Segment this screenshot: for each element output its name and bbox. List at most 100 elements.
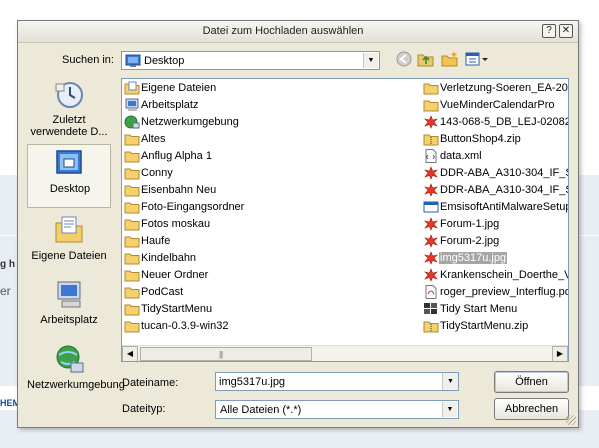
scroll-left-icon[interactable]: ◀ <box>122 346 138 361</box>
up-folder-icon[interactable] <box>416 51 436 71</box>
place-label: Eigene Dateien <box>31 250 107 262</box>
folder-icon <box>124 285 140 299</box>
folder-icon <box>423 98 439 112</box>
exe-icon <box>423 200 439 214</box>
file-name: 143-068-5_DB_LEJ-020820 <box>440 116 569 128</box>
file-name: Eisenbahn Neu <box>141 184 217 196</box>
file-list-item[interactable]: ButtonShop4.zip <box>423 132 568 149</box>
recent-icon <box>53 78 85 110</box>
file-name: Conny <box>141 167 173 179</box>
file-name: TidyStartMenu.zip <box>440 320 529 332</box>
file-list-item[interactable]: Altes <box>124 132 420 149</box>
chevron-down-icon[interactable]: ▼ <box>442 402 457 417</box>
xml-icon <box>423 148 439 163</box>
place-documents[interactable]: Eigene Dateien <box>27 212 111 276</box>
view-menu-icon[interactable] <box>464 51 490 71</box>
file-list-item[interactable]: Eigene Dateien <box>124 81 420 98</box>
open-button[interactable]: Öffnen <box>494 371 569 393</box>
file-list-item[interactable]: Fotos moskau <box>124 217 420 234</box>
folder-icon <box>124 166 140 180</box>
file-column: Eigene Dateien Arbeitsplatz Netzwerkumgebu… <box>124 81 420 336</box>
folder-icon <box>124 268 140 282</box>
file-name: Eigene Dateien <box>141 82 217 94</box>
file-list-item[interactable]: DDR-ABA_A310-304_IF_SX <box>423 182 568 200</box>
look-in-dropdown[interactable]: Desktop ▼ <box>121 51 380 70</box>
file-list-item[interactable]: img5317u.jpg <box>423 250 568 268</box>
place-network[interactable]: Netzwerkumgebung <box>27 341 125 405</box>
file-name: Anflug Alpha 1 <box>141 150 212 162</box>
file-list-item[interactable]: Verletzung-Soeren_EA-20.0 <box>423 81 568 98</box>
network-icon <box>53 343 85 375</box>
grip-icon: ||| <box>219 350 223 359</box>
back-icon[interactable] <box>394 51 414 71</box>
file-list-item[interactable]: Foto-Eingangsordner <box>124 200 420 217</box>
image-icon <box>423 165 439 180</box>
computer-icon <box>124 98 140 112</box>
file-name: Kindelbahn <box>141 252 197 264</box>
scrollbar-thumb[interactable]: ||| <box>140 347 312 361</box>
folder-icon <box>124 217 140 231</box>
folder-icon <box>124 149 140 163</box>
place-computer[interactable]: Arbeitsplatz <box>27 276 111 340</box>
documents-folder-icon <box>124 81 140 95</box>
chevron-down-icon[interactable]: ▼ <box>442 373 458 390</box>
file-list-item[interactable]: 143-068-5_DB_LEJ-020820 <box>423 114 569 132</box>
file-list-item[interactable]: Tidy Start Menu <box>423 302 568 319</box>
file-list-item[interactable]: roger_preview_Interflug.pd <box>423 284 569 302</box>
file-name: img5317u.jpg <box>439 252 508 264</box>
file-name: roger_preview_Interflug.pd <box>440 286 569 298</box>
file-list-item[interactable]: TidyStartMenu <box>124 302 420 319</box>
place-label: Zuletzt verwendete D... <box>30 114 108 138</box>
image-icon <box>423 267 439 282</box>
file-list[interactable]: Eigene Dateien Arbeitsplatz Netzwerkumgebu… <box>121 78 569 362</box>
resize-grip-icon[interactable] <box>566 415 576 425</box>
file-list-item[interactable]: EmsisoftAntiMalwareSetup. <box>423 200 568 217</box>
file-list-item[interactable]: Neuer Ordner <box>124 268 420 285</box>
file-name: Arbeitsplatz <box>141 99 199 111</box>
filetype-select[interactable]: Alle Dateien (*.*) ▼ <box>215 400 459 419</box>
look-in-value: Desktop <box>144 55 185 67</box>
filename-input[interactable] <box>215 372 459 391</box>
image-icon <box>423 182 439 197</box>
file-list-item[interactable]: Krankenschein_Doerthe_Vo <box>423 267 569 285</box>
file-list-item[interactable]: VueMinderCalendarPro <box>423 98 568 115</box>
file-name: Forum-1.jpg <box>440 218 500 230</box>
horizontal-scrollbar[interactable]: ◀ ||| ▶ <box>122 345 568 361</box>
file-open-dialog: Datei zum Hochladen auswählen ? ✕ Suchen… <box>17 20 579 428</box>
scroll-right-icon[interactable]: ▶ <box>552 346 568 361</box>
file-name: DDR-ABA_A310-304_IF_SX <box>440 167 569 179</box>
file-list-item[interactable]: TidyStartMenu.zip <box>423 319 568 336</box>
title-bar[interactable]: Datei zum Hochladen auswählen ? ✕ <box>18 21 578 43</box>
file-name: Krankenschein_Doerthe_Vo <box>440 269 569 281</box>
cancel-button[interactable]: Abbrechen <box>494 398 569 420</box>
close-button[interactable]: ✕ <box>559 24 573 38</box>
file-list-item[interactable]: Netzwerkumgebung <box>124 115 420 132</box>
place-desktop[interactable]: Desktop <box>27 144 111 208</box>
file-list-item[interactable]: data.xml <box>423 148 568 166</box>
file-list-item[interactable]: Conny <box>124 166 420 183</box>
file-list-item[interactable]: Forum-1.jpg <box>423 216 568 234</box>
new-folder-icon[interactable] <box>440 51 460 71</box>
file-list-item[interactable]: DDR-ABA_A310-304_IF_SX <box>423 165 569 183</box>
folder-icon <box>124 200 140 214</box>
file-name: Foto-Eingangsordner <box>141 201 245 213</box>
dialog-title: Datei zum Hochladen auswählen <box>202 25 364 37</box>
file-list-item[interactable]: Kindelbahn <box>124 251 420 268</box>
file-list-item[interactable]: Forum-2.jpg <box>423 233 568 251</box>
file-list-item[interactable]: Haufe <box>124 234 420 251</box>
file-name: TidyStartMenu <box>141 303 213 315</box>
file-list-item[interactable]: Arbeitsplatz <box>124 98 420 115</box>
place-recent[interactable]: Zuletzt verwendete D... <box>27 76 111 140</box>
folder-icon <box>124 251 140 265</box>
network-icon <box>124 115 140 129</box>
file-list-item[interactable]: PodCast <box>124 285 420 302</box>
file-name: Tidy Start Menu <box>440 303 518 315</box>
filename-label: Dateiname: <box>122 377 179 389</box>
chevron-down-icon[interactable]: ▼ <box>363 53 378 68</box>
places-bar: Zuletzt verwendete D... Desktop Eigene D… <box>27 76 125 416</box>
file-list-item[interactable]: Eisenbahn Neu <box>124 183 420 200</box>
help-button[interactable]: ? <box>542 24 556 38</box>
file-name: Forum-2.jpg <box>440 235 500 247</box>
file-list-item[interactable]: tucan-0.3.9-win32 <box>124 319 420 336</box>
file-list-item[interactable]: Anflug Alpha 1 <box>124 149 420 166</box>
